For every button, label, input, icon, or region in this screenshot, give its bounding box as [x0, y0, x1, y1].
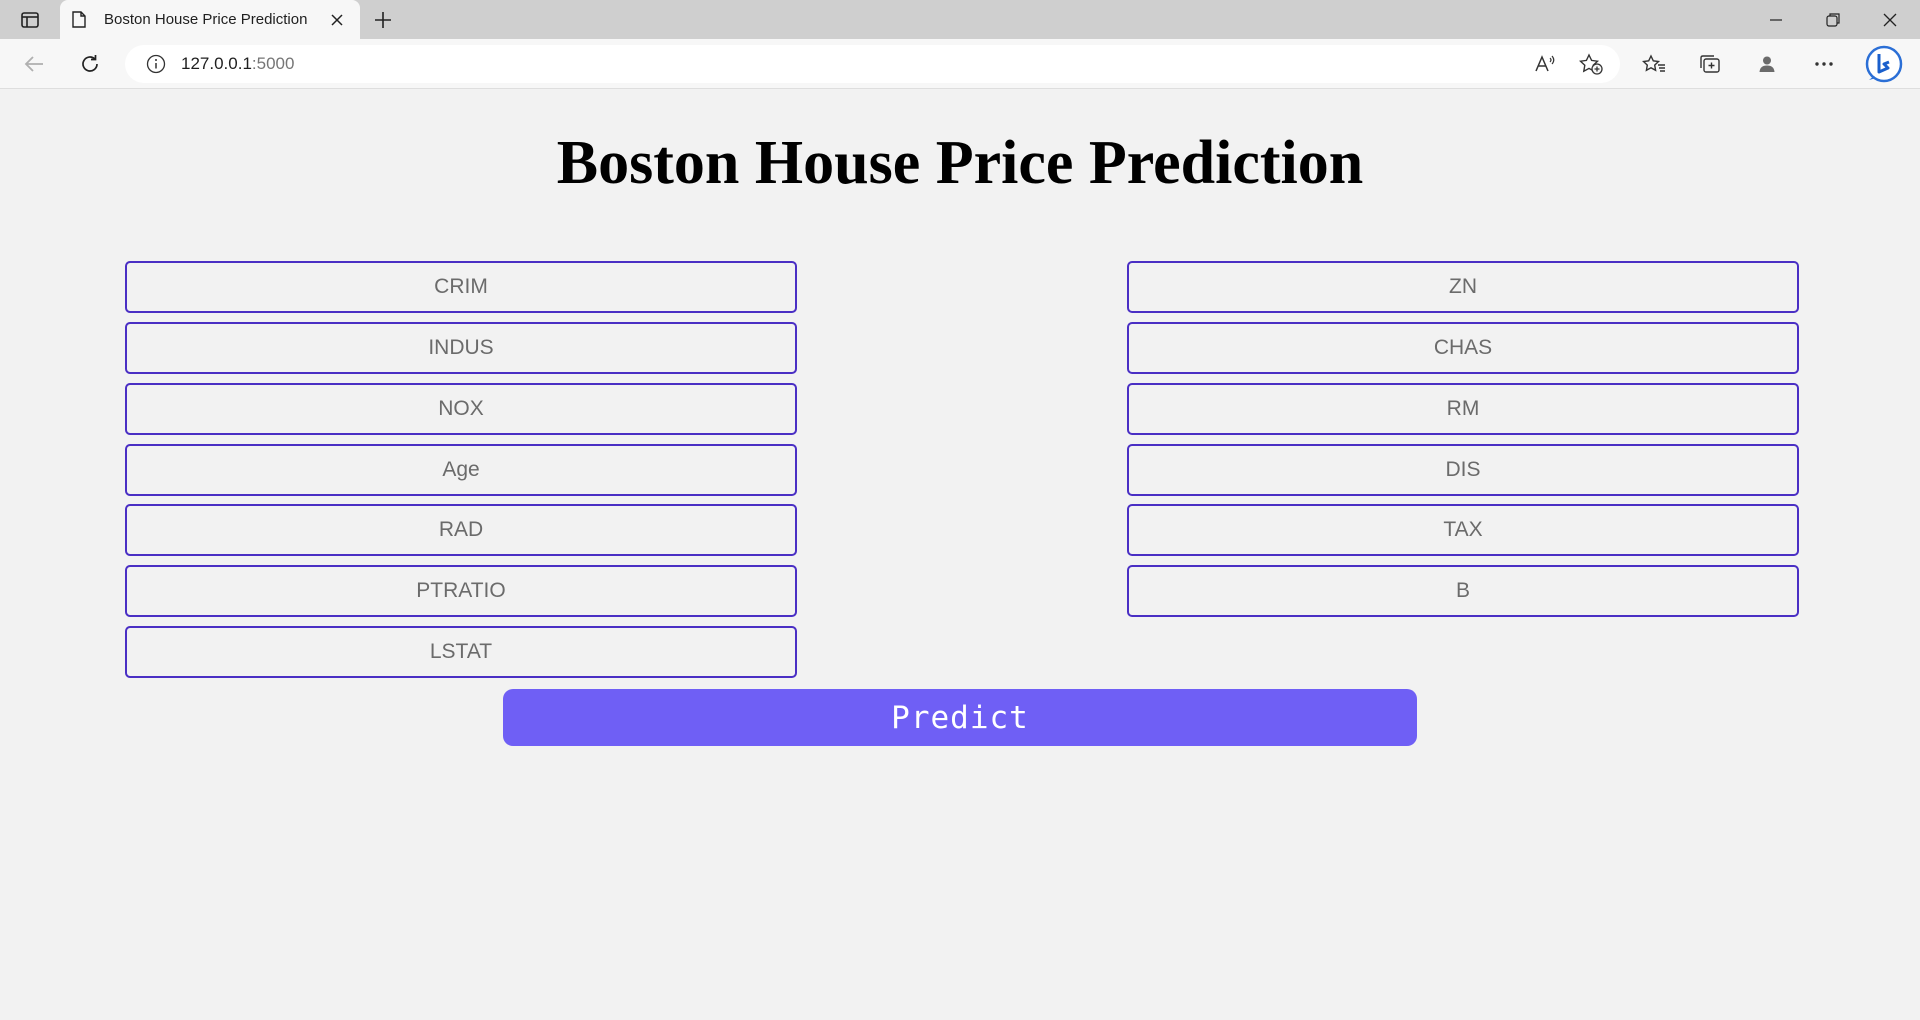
close-tab-icon[interactable]: [326, 9, 348, 31]
read-aloud-icon[interactable]: [1529, 49, 1561, 79]
address-bar[interactable]: 127.0.0.1:5000: [125, 45, 1620, 83]
browser-tab-bar: Boston House Price Prediction: [0, 0, 1920, 39]
url-port: :5000: [251, 54, 295, 73]
rm-input[interactable]: [1127, 383, 1799, 435]
chas-input[interactable]: [1127, 322, 1799, 374]
bing-chat-icon[interactable]: [1864, 44, 1904, 84]
lstat-input[interactable]: [125, 626, 797, 678]
page-title: Boston House Price Prediction: [556, 129, 1364, 197]
favorites-icon[interactable]: [1637, 48, 1671, 80]
add-favorite-icon[interactable]: [1575, 49, 1607, 79]
collections-icon[interactable]: [1693, 48, 1727, 80]
site-info-icon[interactable]: [145, 53, 167, 75]
browser-tab-active[interactable]: Boston House Price Prediction: [60, 0, 360, 39]
close-window-icon[interactable]: [1862, 0, 1918, 39]
url-host: 127.0.0.1: [181, 54, 252, 73]
restore-icon[interactable]: [1805, 0, 1861, 39]
minimize-icon[interactable]: [1748, 0, 1804, 39]
tab-actions-icon[interactable]: [12, 6, 48, 34]
tax-input[interactable]: [1127, 504, 1799, 556]
page-icon: [72, 11, 88, 29]
zn-input[interactable]: [1127, 261, 1799, 313]
new-tab-icon[interactable]: [368, 5, 398, 35]
rad-input[interactable]: [125, 504, 797, 556]
predict-button[interactable]: Predict: [503, 689, 1417, 746]
crim-input[interactable]: [125, 261, 797, 313]
ptratio-input[interactable]: [125, 565, 797, 617]
tab-title: Boston House Price Prediction: [104, 11, 308, 28]
age-input[interactable]: [125, 444, 797, 496]
refresh-icon[interactable]: [73, 48, 107, 80]
browser-toolbar: 127.0.0.1:5000: [0, 39, 1920, 89]
profile-icon[interactable]: [1750, 48, 1784, 80]
indus-input[interactable]: [125, 322, 797, 374]
page-content: Boston House Price Prediction Predict: [0, 90, 1920, 1020]
b-input[interactable]: [1127, 565, 1799, 617]
nox-input[interactable]: [125, 383, 797, 435]
more-options-icon[interactable]: [1807, 48, 1841, 80]
dis-input[interactable]: [1127, 444, 1799, 496]
back-arrow-icon[interactable]: [17, 48, 51, 80]
